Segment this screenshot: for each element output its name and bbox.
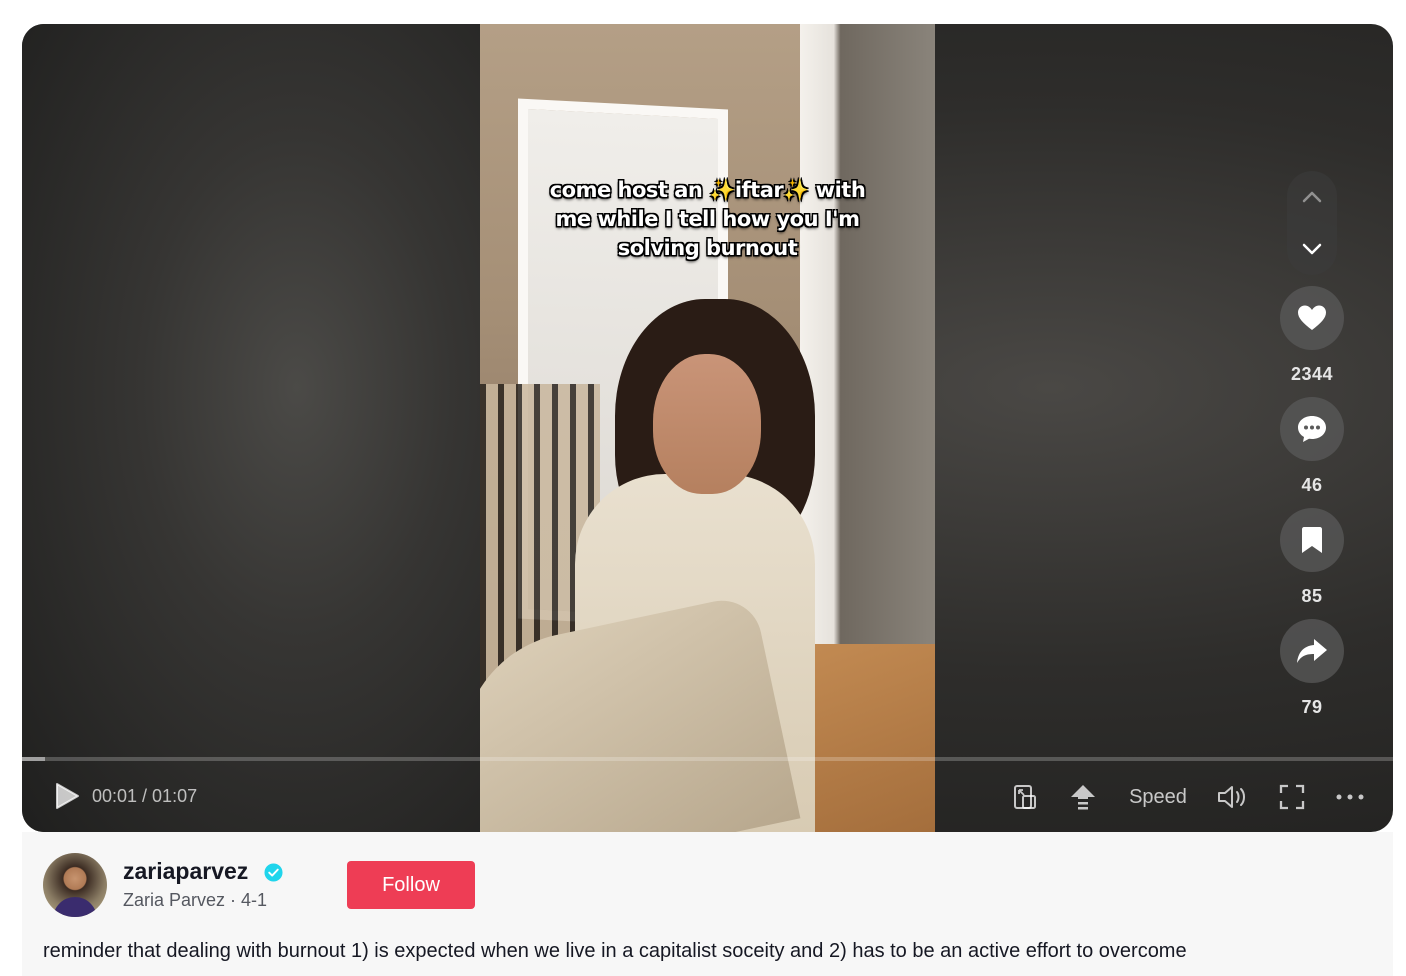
video-person-face: [653, 354, 761, 494]
video-navigation: [1287, 171, 1337, 275]
floating-player-icon: [1014, 785, 1036, 809]
progress-bar[interactable]: [22, 757, 1393, 761]
like-button[interactable]: [1280, 286, 1344, 350]
caption-line-2: me while I tell how you I'm: [555, 207, 860, 231]
comment-action: 46: [1279, 397, 1345, 496]
more-dots-icon: [1336, 794, 1364, 800]
fullscreen-icon: [1279, 784, 1305, 810]
save-button[interactable]: [1280, 508, 1344, 572]
save-count: 85: [1301, 586, 1323, 606]
chevron-up-icon: [1302, 191, 1322, 203]
progress-bar-fill: [22, 757, 46, 761]
previous-video-button[interactable]: [1287, 171, 1337, 223]
share-button[interactable]: [1280, 619, 1344, 683]
avatar-shirt: [53, 897, 97, 917]
share-count: 79: [1301, 697, 1323, 717]
caption-line-1: come host an ✨iftar✨ with: [549, 178, 866, 202]
verified-badge-icon: [264, 863, 283, 882]
bookmark-icon: [1302, 527, 1322, 553]
save-action: 85: [1279, 508, 1345, 607]
video-player[interactable]: come host an ✨iftar✨ with me while I tel…: [22, 24, 1393, 832]
caption-line-3: solving burnout: [617, 236, 798, 260]
avatar[interactable]: [43, 853, 107, 917]
video-info-panel: zariaparvez Zaria Parvez · 4-1 Follow re…: [22, 832, 1393, 976]
author-username[interactable]: zariaparvez: [123, 858, 248, 885]
speed-button[interactable]: Speed: [1122, 782, 1194, 812]
share-action: 79: [1279, 619, 1345, 718]
share-arrow-icon: [1297, 639, 1327, 663]
like-count: 2344: [1290, 364, 1334, 384]
more-options-button[interactable]: [1334, 782, 1366, 812]
play-button[interactable]: [54, 782, 82, 812]
video-description: reminder that dealing with burnout 1) is…: [43, 940, 1187, 962]
video-caption: come host an ✨iftar✨ with me while I tel…: [520, 176, 895, 263]
play-icon: [56, 783, 79, 809]
heart-icon: [1298, 305, 1326, 330]
follow-button[interactable]: Follow: [347, 861, 475, 909]
video-scene-floor: [810, 644, 935, 832]
speaker-icon: [1218, 786, 1245, 808]
comment-button[interactable]: [1280, 397, 1344, 461]
arrow-up-lines-icon: [1071, 785, 1095, 810]
next-video-button[interactable]: [1287, 223, 1337, 275]
floating-player-button[interactable]: [1010, 782, 1040, 812]
comment-count: 46: [1301, 475, 1323, 495]
video-backdrop-left: [22, 24, 480, 832]
video-frame[interactable]: come host an ✨iftar✨ with me while I tel…: [480, 24, 935, 832]
scroll-up-button[interactable]: [1067, 782, 1099, 812]
comment-bubble-icon: [1298, 416, 1326, 442]
chevron-down-icon: [1302, 243, 1322, 255]
playback-time: 00:01 / 01:07: [92, 786, 198, 806]
volume-button[interactable]: [1217, 782, 1249, 812]
author-display-line: Zaria Parvez · 4-1: [123, 890, 268, 910]
like-action: 2344: [1279, 286, 1345, 385]
fullscreen-button[interactable]: [1277, 782, 1307, 812]
